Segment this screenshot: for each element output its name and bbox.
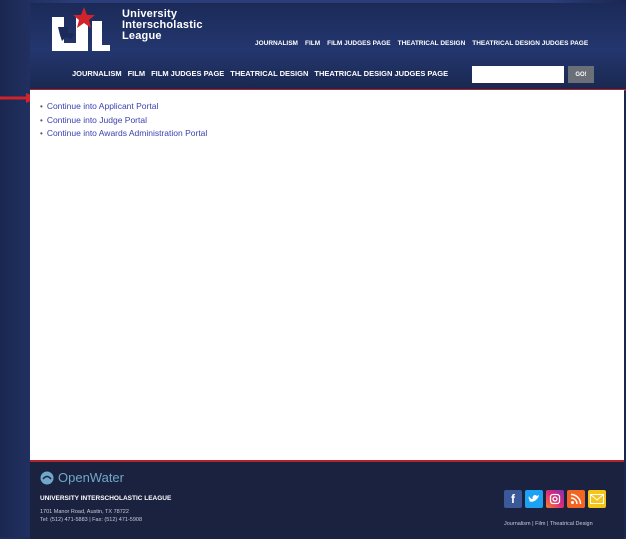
contact-info: 1701 Manor Road, Austin, TX 78722 Tel: (… — [40, 508, 142, 524]
search-go-button[interactable]: GO! — [568, 66, 594, 83]
main-nav-theatrical-design[interactable]: THEATRICAL DESIGN — [230, 69, 308, 78]
email-icon[interactable] — [588, 490, 606, 508]
main-content: • Continue into Applicant Portal • Continu… — [30, 90, 624, 460]
portal-links: • Continue into Applicant Portal • Continu… — [40, 100, 207, 141]
openwater-wordmark: OpenWater — [58, 470, 124, 485]
twitter-icon[interactable] — [525, 490, 543, 508]
footer-link-journalism[interactable]: Journalism — [504, 521, 531, 527]
applicant-portal-link[interactable]: Continue into Applicant Portal — [47, 101, 159, 111]
top-nav-film[interactable]: FILM — [305, 40, 320, 47]
main-nav: JOURNALISM FILM FILM JUDGES PAGE THEATRI… — [72, 69, 448, 78]
openwater-logo[interactable]: OpenWater — [40, 470, 124, 485]
openwater-icon — [40, 471, 54, 484]
top-nav-theatrical-design-judges[interactable]: THEATRICAL DESIGN JUDGES PAGE — [472, 40, 588, 47]
judge-portal-link[interactable]: Continue into Judge Portal — [47, 115, 147, 125]
top-nav-journalism[interactable]: JOURNALISM — [255, 40, 298, 47]
footer-link-theatrical-design[interactable]: Theatrical Design — [550, 521, 593, 527]
rss-icon[interactable] — [567, 490, 585, 508]
phone: Tel: (512) 471-5883 | Fax: (512) 471-590… — [40, 517, 143, 523]
main-nav-theatrical-design-judges[interactable]: THEATRICAL DESIGN JUDGES PAGE — [314, 69, 448, 78]
uil-logo[interactable] — [48, 7, 112, 59]
org-name: UNIVERSITY INTERSCHOLASTIC LEAGUE — [40, 495, 172, 502]
address: 1701 Manor Road, Austin, TX 78722 — [40, 509, 129, 515]
top-nav: JOURNALISM FILM FILM JUDGES PAGE THEATRI… — [255, 40, 588, 47]
logo-wordmark: University Interscholastic League — [122, 9, 203, 42]
instagram-icon[interactable] — [546, 490, 564, 508]
top-nav-film-judges[interactable]: FILM JUDGES PAGE — [327, 40, 390, 47]
social-links: f — [504, 490, 606, 508]
logo-line: League — [122, 30, 162, 42]
site-footer: OpenWater UNIVERSITY INTERSCHOLASTIC LEA… — [30, 460, 624, 539]
list-item: • Continue into Awards Administration Por… — [40, 127, 207, 141]
bullet-icon: • — [40, 115, 43, 125]
list-item: • Continue into Judge Portal — [40, 114, 207, 128]
main-nav-journalism[interactable]: JOURNALISM — [72, 69, 122, 78]
footer-links: Journalism | Film | Theatrical Design — [504, 521, 593, 527]
main-nav-film[interactable]: FILM — [128, 69, 146, 78]
bullet-icon: • — [40, 102, 43, 111]
list-item: • Continue into Applicant Portal — [40, 100, 207, 114]
top-nav-theatrical-design[interactable]: THEATRICAL DESIGN — [398, 40, 466, 47]
facebook-icon[interactable]: f — [504, 490, 522, 508]
awards-admin-portal-link[interactable]: Continue into Awards Administration Port… — [47, 128, 208, 138]
search-input[interactable] — [472, 66, 564, 83]
footer-link-film[interactable]: Film — [535, 521, 545, 527]
site-header: University Interscholastic League JOURNA… — [30, 3, 626, 91]
main-nav-film-judges[interactable]: FILM JUDGES PAGE — [151, 69, 224, 78]
bullet-icon: • — [40, 129, 43, 138]
